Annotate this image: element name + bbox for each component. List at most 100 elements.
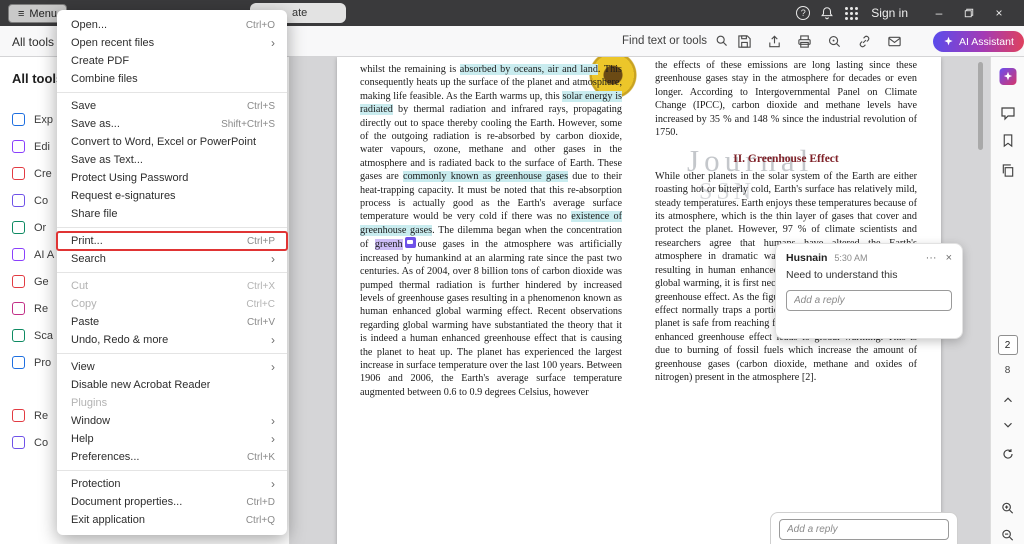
minimize-button[interactable]: – — [924, 0, 954, 26]
ai-assistant-button[interactable]: AI Assistant — [933, 31, 1024, 52]
menu-item-open[interactable]: Open...Ctrl+O — [57, 16, 287, 34]
menu-item-save-as[interactable]: Save as...Shift+Ctrl+S — [57, 115, 287, 133]
menu-item-share-file[interactable]: Share file — [57, 205, 287, 223]
sidebar-item-label: Edi — [34, 141, 50, 153]
comment-bubble-icon — [1000, 105, 1016, 121]
menu-item-label: Request e-signatures — [71, 190, 176, 202]
zoom-out-button[interactable] — [1000, 528, 1015, 543]
menu-item-preferences[interactable]: Preferences...Ctrl+K — [57, 448, 287, 466]
menu-item-convert-to-word-excel-or-powerpoint[interactable]: Convert to Word, Excel or PowerPoint — [57, 133, 287, 151]
find-text-or-tools[interactable]: Find text or tools — [622, 34, 729, 48]
page-thumbnails-button[interactable] — [1000, 163, 1015, 178]
comment-close-icon[interactable]: × — [946, 252, 952, 264]
tab-all-tools[interactable]: All tools — [12, 35, 54, 49]
reply-input[interactable] — [786, 290, 952, 311]
menu-item-protection[interactable]: Protection › — [57, 475, 287, 493]
submenu-arrow-icon: › — [271, 333, 275, 347]
sidebar-item-label: Co — [34, 437, 48, 449]
search-document-icon[interactable] — [827, 34, 842, 49]
menu-item-label: Exit application — [71, 514, 145, 526]
sidebar-item-label: Pro — [34, 357, 51, 369]
sidebar-item-label: Sca — [34, 330, 53, 342]
menu-item-disable-new-acrobat-reader[interactable]: Disable new Acrobat Reader — [57, 376, 287, 394]
total-pages-value: 8 — [1005, 365, 1011, 376]
sidebar-item-label: Co — [34, 195, 48, 207]
menu-item-window[interactable]: Window› — [57, 412, 287, 430]
menu-item-shortcut: Ctrl+D — [246, 497, 275, 508]
menu-item-exit-application[interactable]: Exit applicationCtrl+Q — [57, 511, 287, 529]
restore-button[interactable] — [954, 0, 984, 26]
menu-item-label: Open recent files — [71, 37, 154, 49]
menu-item-help[interactable]: Help› — [57, 430, 287, 448]
comment-overflow-icon[interactable]: ··· — [926, 252, 937, 264]
menu-item-save[interactable]: SaveCtrl+S — [57, 97, 287, 115]
menu-item-view[interactable]: View› — [57, 358, 287, 376]
zoom-in-button[interactable] — [1000, 501, 1015, 516]
sign-in-button[interactable]: Sign in — [871, 6, 908, 20]
reply-input-bottom[interactable] — [779, 519, 949, 540]
menu-item-search[interactable]: Search› — [57, 250, 287, 268]
print-icon[interactable] — [797, 34, 812, 49]
submenu-arrow-icon: › — [271, 477, 275, 491]
find-label: Find text or tools — [622, 35, 707, 47]
rotate-refresh-button[interactable] — [1001, 447, 1015, 461]
comment-annotation-icon[interactable] — [405, 237, 416, 248]
menu-item-undo-redo-more[interactable]: Undo, Redo & more› — [57, 331, 287, 349]
menu-item-save-as-text[interactable]: Save as Text... — [57, 151, 287, 169]
ai-assistant-panel-button[interactable] — [999, 68, 1016, 85]
close-window-button[interactable]: × — [984, 0, 1014, 26]
menu-item-shortcut: Ctrl+K — [247, 452, 275, 463]
menu-item-create-pdf[interactable]: Create PDF — [57, 52, 287, 70]
link-icon[interactable] — [857, 34, 872, 49]
tool-icon — [12, 409, 25, 422]
next-page-button[interactable] — [1001, 418, 1015, 432]
scrollbar-thumb[interactable] — [978, 62, 983, 150]
menu-item-label: Copy — [71, 298, 97, 310]
help-button[interactable]: ? — [791, 0, 815, 26]
sidebar-item-label: Ge — [34, 276, 49, 288]
menu-item-label: Search — [71, 253, 106, 265]
comment-header: Husnain 5:30 AM ··· × — [786, 252, 952, 264]
apps-grid-icon — [845, 7, 858, 20]
menu-separator — [57, 272, 287, 273]
search-icon — [715, 34, 729, 48]
menu-item-label: Disable new Acrobat Reader — [71, 379, 210, 391]
email-icon[interactable] — [887, 34, 902, 49]
menu-item-request-e-signatures[interactable]: Request e-signatures — [57, 187, 287, 205]
menu-item-print[interactable]: Print...Ctrl+P — [57, 232, 287, 250]
vertical-scrollbar[interactable] — [978, 58, 983, 544]
menu-item-label: Save as... — [71, 118, 120, 130]
bell-icon — [820, 6, 834, 20]
menu-item-document-properties[interactable]: Document properties...Ctrl+D — [57, 493, 287, 511]
comments-panel-button[interactable] — [1000, 105, 1016, 121]
save-icon[interactable] — [737, 34, 752, 49]
menu-item-label: Protection — [71, 478, 121, 490]
tool-icon — [12, 194, 25, 207]
menu-item-shortcut: Ctrl+P — [247, 236, 275, 247]
titlebar-actions: ? Sign in – × — [791, 0, 1024, 26]
current-page-value: 2 — [1005, 340, 1011, 351]
comment-annotation-glyph — [407, 240, 413, 244]
menu-item-label: Protect Using Password — [71, 172, 188, 184]
current-page-input[interactable]: 2 — [998, 335, 1018, 355]
menu-item-label: Save — [71, 100, 96, 112]
apps-grid-button[interactable] — [839, 0, 863, 26]
refresh-icon — [1001, 447, 1015, 461]
previous-page-button[interactable] — [1001, 393, 1015, 407]
tool-icon — [12, 248, 25, 261]
share-upload-icon[interactable] — [767, 34, 782, 49]
bookmarks-panel-button[interactable] — [1000, 133, 1015, 148]
submenu-arrow-icon: › — [271, 360, 275, 374]
menu-item-combine-files[interactable]: Combine files — [57, 70, 287, 88]
menu-separator — [57, 353, 287, 354]
menu-item-label: Share file — [71, 208, 117, 220]
menu-item-cut: CutCtrl+X — [57, 277, 287, 295]
tool-icon — [12, 140, 25, 153]
menu-item-open-recent-files[interactable]: Open recent files› — [57, 34, 287, 52]
hamburger-icon: ≡ — [18, 8, 24, 20]
menu-item-protect-using-password[interactable]: Protect Using Password — [57, 169, 287, 187]
close-icon: × — [995, 6, 1002, 20]
menu-item-paste[interactable]: PasteCtrl+V — [57, 313, 287, 331]
notifications-button[interactable] — [815, 0, 839, 26]
tool-icon — [12, 356, 25, 369]
